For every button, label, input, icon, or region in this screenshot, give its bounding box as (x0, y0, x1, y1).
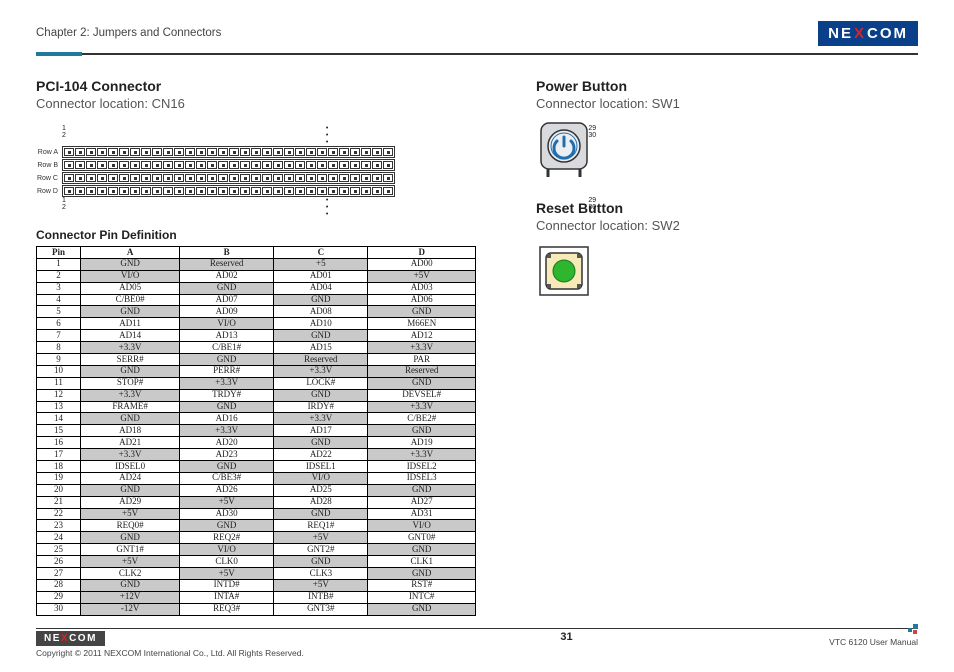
table-row: 17+3.3VAD23AD22+3.3V (37, 449, 476, 461)
table-row: 25GNT1#VI/OGNT2#GND (37, 544, 476, 556)
table-row: 11STOP#+3.3VLOCK#GND (37, 377, 476, 389)
table-row: 28GNDINTD#+5VRST# (37, 579, 476, 591)
pin-def-title: Connector Pin Definition (36, 228, 476, 242)
pin-header-diagram: 1 2 • • • 29 30 Row ARow BRow CRow D 1 2… (36, 125, 476, 218)
table-row: 23REQ0#GNDREQ1#VI/O (37, 520, 476, 532)
header-rule (36, 52, 918, 56)
pin-diagram-row: Row B (36, 159, 476, 171)
table-row: 2VI/OAD02AD01+5V (37, 270, 476, 282)
table-row: 27CLK2+5VCLK3GND (37, 568, 476, 580)
table-row: 18IDSEL0GNDIDSEL1IDSEL2 (37, 461, 476, 473)
table-header: Pin (37, 247, 81, 259)
reset-button-title: Reset Button (536, 200, 896, 216)
table-row: 26+5VCLK0GNDCLK1 (37, 556, 476, 568)
table-row: 5GNDAD09AD08GND (37, 306, 476, 318)
table-row: 29+12VINTA#INTB#INTC# (37, 591, 476, 603)
page-footer: NEXCOM Copyright © 2011 NEXCOM Internati… (36, 628, 918, 659)
table-header: A (81, 247, 180, 259)
table-row: 16AD21AD20GNDAD19 (37, 437, 476, 449)
table-row: 6AD11VI/OAD10M66EN (37, 318, 476, 330)
table-header: C (274, 247, 368, 259)
pin-diagram-row: Row C (36, 172, 476, 184)
table-row: 13FRAME#GNDIRDY#+3.3V (37, 401, 476, 413)
table-row: 21AD29+5VAD28AD27 (37, 496, 476, 508)
table-row: 20GNDAD26AD25GND (37, 484, 476, 496)
copyright-text: Copyright © 2011 NEXCOM International Co… (36, 648, 304, 658)
pin-diagram-row: Row D (36, 185, 476, 197)
page-number: 31 (560, 631, 572, 643)
pci104-title: PCI-104 Connector (36, 78, 476, 94)
power-button-location: Connector location: SW1 (536, 96, 896, 111)
table-row: 12+3.3VTRDY#GNDDEVSEL# (37, 389, 476, 401)
table-row: 3AD05GNDAD04AD03 (37, 282, 476, 294)
table-header: B (180, 247, 274, 259)
table-row: 14GNDAD16+3.3VC/BE2# (37, 413, 476, 425)
footer-corner-mark (908, 624, 918, 634)
table-row: 1GNDReserved+5AD00 (37, 258, 476, 270)
pin-definition-table: PinABCD 1GNDReserved+5AD002VI/OAD02AD01+… (36, 246, 476, 616)
table-row: 9SERR#GNDReservedPAR (37, 354, 476, 366)
table-row: 8+3.3VC/BE1#AD15+3.3V (37, 342, 476, 354)
pci104-location: Connector location: CN16 (36, 96, 476, 111)
table-row: 30-12VREQ3#GNT3#GND (37, 603, 476, 615)
footer-logo: NEXCOM (36, 631, 105, 646)
chapter-title: Chapter 2: Jumpers and Connectors (36, 27, 221, 39)
table-row: 4C/BE0#AD07GNDAD06 (37, 294, 476, 306)
table-row: 22+5VAD30GNDAD31 (37, 508, 476, 520)
table-row: 24GNDREQ2#+5VGNT0# (37, 532, 476, 544)
table-row: 19AD24C/BE3#VI/OIDSEL3 (37, 472, 476, 484)
table-row: 7AD14AD13GNDAD12 (37, 330, 476, 342)
table-row: 15AD18+3.3VAD17GND (37, 425, 476, 437)
manual-name: VTC 6120 User Manual (829, 631, 918, 647)
nexcom-logo: NEXCOM (818, 21, 918, 46)
power-button-icon (536, 121, 896, 184)
reset-button-icon (536, 243, 896, 302)
power-button-title: Power Button (536, 78, 896, 94)
pin-diagram-row: Row A (36, 146, 476, 158)
reset-button-location: Connector location: SW2 (536, 218, 896, 233)
table-header: D (368, 247, 476, 259)
table-row: 10GNDPERR#+3.3VReserved (37, 365, 476, 377)
